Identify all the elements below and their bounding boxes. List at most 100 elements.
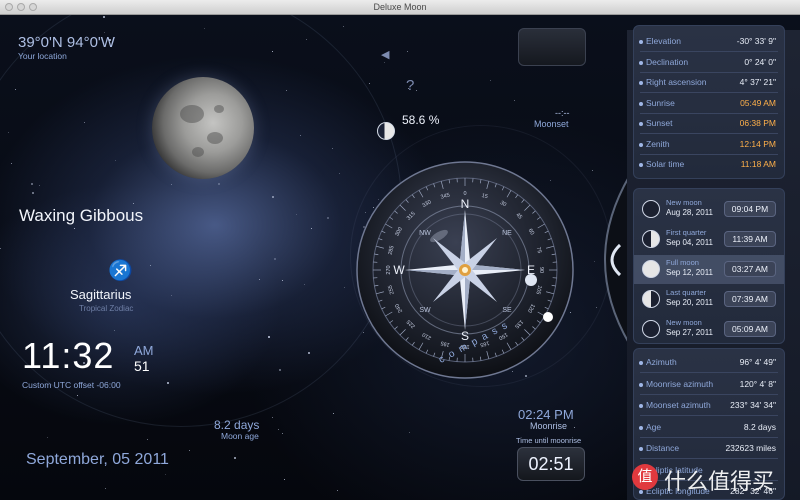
clock-time: 11:32 xyxy=(22,335,115,376)
sun-moon-position-box: Elevation -30° 33' 9" Declination 0° 24' 0"… xyxy=(633,25,785,179)
moon-age-label: Moon age xyxy=(221,431,259,441)
info-label: Sunset xyxy=(646,118,673,128)
info-value: 0° 24' 0" xyxy=(744,56,776,67)
row-bullet-icon xyxy=(639,163,643,167)
compass-west: W xyxy=(393,263,405,277)
star xyxy=(272,417,273,418)
watermark-logo: 值 xyxy=(632,464,658,490)
phase-name: New moon xyxy=(666,318,702,327)
info-value: 8.2 days xyxy=(743,421,776,432)
phase-date: Sep 12, 2011 xyxy=(666,268,714,277)
star xyxy=(105,488,106,489)
row-bullet-icon xyxy=(639,142,643,147)
info-label: Solar time xyxy=(646,159,685,169)
phase-icon xyxy=(642,290,660,308)
zodiac-sign: Sagittarius xyxy=(70,287,132,302)
row-bullet-icon xyxy=(639,382,643,387)
row-divider xyxy=(640,393,778,395)
info-label: Moonrise azimuth xyxy=(646,378,714,389)
phase-date: Aug 28, 2011 xyxy=(666,208,714,217)
phase-name: Last quarter xyxy=(666,288,707,297)
info-value: 05:49 AM xyxy=(740,97,776,108)
row-divider xyxy=(640,415,778,416)
time-until-moonrise-label: Time until moonrise xyxy=(516,436,582,445)
info-label: Azimuth xyxy=(646,357,677,367)
star xyxy=(282,433,283,434)
row-bullet-icon xyxy=(639,81,643,85)
row-divider xyxy=(640,458,778,459)
window-title: Deluxe Moon xyxy=(373,2,427,12)
zodiac-type: Tropical Zodiac xyxy=(79,304,134,313)
location-label: Your location xyxy=(18,51,67,61)
phase-row[interactable]: First quarter Sep 04, 2011 11:39 AM xyxy=(634,225,784,254)
info-label: Sunrise xyxy=(646,97,675,108)
star xyxy=(333,413,334,414)
speaker-icon[interactable]: ◀ xyxy=(381,48,389,61)
moonrise-label: Moonrise xyxy=(530,421,568,431)
illumination-phase-icon xyxy=(377,122,395,140)
phase-time: 05:09 AM xyxy=(724,321,776,337)
row-divider xyxy=(640,372,778,373)
phase-row[interactable]: Full moon Sep 12, 2011 03:27 AM xyxy=(634,255,784,284)
main-view: 39°0'N 94°0'W Your location Waxing Gibbo… xyxy=(0,15,800,500)
phase-date: Sep 20, 2011 xyxy=(666,298,714,307)
info-row: Declination 0° 24' 0" xyxy=(634,53,784,73)
star xyxy=(592,170,593,171)
moon-image[interactable] xyxy=(152,77,254,179)
info-label: Age xyxy=(646,421,662,432)
phase-icon xyxy=(642,260,660,278)
phase-icon xyxy=(642,230,660,248)
star xyxy=(47,437,48,438)
phase-row[interactable]: New moon Aug 28, 2011 09:04 PM xyxy=(634,195,784,224)
row-bullet-icon xyxy=(639,425,643,430)
phase-date: Sep 04, 2011 xyxy=(666,238,714,247)
row-bullet-icon xyxy=(639,404,643,408)
phase-row[interactable]: New moon Sep 27, 2011 05:09 AM xyxy=(634,315,784,344)
compass-sw: SW xyxy=(419,307,431,314)
info-row: Sunrise 05:49 AM xyxy=(634,94,784,114)
title-bar: Deluxe Moon xyxy=(0,0,800,15)
row-bullet-icon xyxy=(639,40,643,44)
compass-nw: NW xyxy=(419,230,431,237)
phase-name: New moon xyxy=(666,198,702,207)
star xyxy=(284,479,285,480)
star xyxy=(165,474,166,475)
help-icon[interactable]: ? xyxy=(406,77,414,94)
row-divider xyxy=(640,436,778,438)
info-row: Moonset azimuth 233° 34' 34" xyxy=(634,396,784,416)
star xyxy=(189,450,190,451)
info-label: Right ascension xyxy=(646,77,707,87)
info-value: 11:18 AM xyxy=(740,159,776,169)
top-panel-button[interactable] xyxy=(518,28,586,66)
info-row: Azimuth 96° 4' 49" xyxy=(634,353,784,373)
star xyxy=(409,432,410,433)
phase-name: First quarter xyxy=(666,228,707,237)
star xyxy=(234,457,236,459)
star xyxy=(343,26,344,27)
info-value: 232623 miles xyxy=(725,443,776,453)
app-window: Deluxe Moon 39°0'N 94°0'W Your location … xyxy=(0,0,800,500)
moonrise-time: 02:24 PM xyxy=(518,407,574,422)
star xyxy=(574,427,575,428)
phase-row[interactable]: Last quarter Sep 20, 2011 07:39 AM xyxy=(634,285,784,314)
moon-phases-box: New moon Aug 28, 2011 09:04 PM First quarte… xyxy=(633,188,785,344)
star xyxy=(490,80,491,81)
info-label: Moonset azimuth xyxy=(646,400,711,410)
info-row: Elevation -30° 33' 9" xyxy=(634,32,784,52)
utc-offset[interactable]: Custom UTC offset -06:00 xyxy=(22,380,121,390)
star xyxy=(278,429,279,430)
moon-phase-name: Waxing Gibbous xyxy=(19,206,144,225)
info-row: Age 8.2 days xyxy=(634,418,784,438)
zodiac-icon: ♐ xyxy=(108,260,133,282)
location-coordinates: 39°0'N 94°0'W xyxy=(18,34,115,51)
compass[interactable]: 0 15 30 45 60 75 90 105 120 135 150 165 180 195 210 225… xyxy=(355,160,575,380)
info-label: Elevation xyxy=(646,36,681,46)
compass-ne: NE xyxy=(502,230,512,237)
compass-sun-marker xyxy=(543,312,553,322)
info-value: 233° 34' 34" xyxy=(730,400,776,410)
clock-seconds: 51 xyxy=(134,358,150,374)
phase-time: 09:04 PM xyxy=(724,201,776,217)
phase-name: Full moon xyxy=(666,258,699,267)
compass-moon-marker xyxy=(525,274,537,286)
info-value: 120° 4' 8" xyxy=(739,378,776,389)
